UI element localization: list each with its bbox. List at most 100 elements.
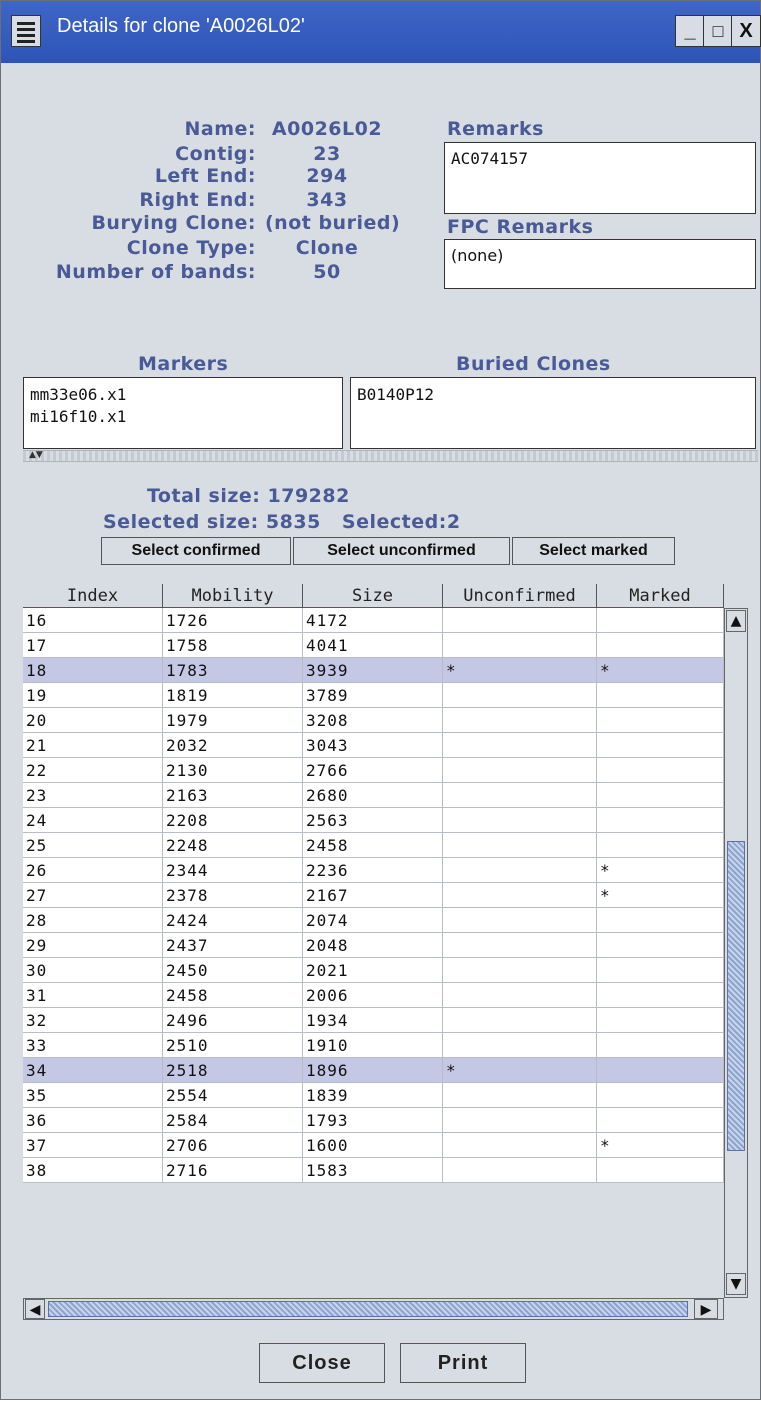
table-cell[interactable]: 1758 xyxy=(163,633,303,658)
table-cell[interactable]: * xyxy=(443,658,597,683)
table-cell[interactable]: 1793 xyxy=(303,1108,443,1133)
column-header[interactable]: Unconfirmed xyxy=(443,584,597,608)
table-row[interactable]: 32 2496 1934 xyxy=(23,1008,724,1033)
table-cell[interactable]: 2437 xyxy=(163,933,303,958)
table-cell[interactable]: 2563 xyxy=(303,808,443,833)
table-cell[interactable]: 2458 xyxy=(303,833,443,858)
table-cell[interactable]: 2680 xyxy=(303,783,443,808)
table-cell[interactable] xyxy=(597,608,724,633)
table-cell[interactable]: 19 xyxy=(23,683,163,708)
table-cell[interactable]: 1979 xyxy=(163,708,303,733)
table-cell[interactable] xyxy=(443,633,597,658)
table-cell[interactable]: 3789 xyxy=(303,683,443,708)
table-cell[interactable]: 1839 xyxy=(303,1083,443,1108)
table-cell[interactable]: 2378 xyxy=(163,883,303,908)
table-cell[interactable]: * xyxy=(597,658,724,683)
scroll-left-icon[interactable]: ◀ xyxy=(25,1299,45,1319)
table-cell[interactable]: 33 xyxy=(23,1033,163,1058)
table-cell[interactable] xyxy=(443,683,597,708)
table-cell[interactable] xyxy=(443,958,597,983)
table-cell[interactable]: 30 xyxy=(23,958,163,983)
table-cell[interactable] xyxy=(597,933,724,958)
table-cell[interactable]: 4172 xyxy=(303,608,443,633)
table-cell[interactable]: 2716 xyxy=(163,1158,303,1183)
table-cell[interactable] xyxy=(597,983,724,1008)
table-cell[interactable]: 1910 xyxy=(303,1033,443,1058)
scroll-down-icon[interactable]: ▼ xyxy=(726,1273,746,1295)
table-cell[interactable] xyxy=(443,933,597,958)
table-cell[interactable] xyxy=(443,908,597,933)
table-cell[interactable] xyxy=(597,1058,724,1083)
column-header[interactable]: Size xyxy=(303,584,443,608)
table-cell[interactable]: 37 xyxy=(23,1133,163,1158)
table-cell[interactable]: 1896 xyxy=(303,1058,443,1083)
table-cell[interactable] xyxy=(443,708,597,733)
table-cell[interactable]: 27 xyxy=(23,883,163,908)
table-cell[interactable] xyxy=(597,1083,724,1108)
table-cell[interactable]: 2584 xyxy=(163,1108,303,1133)
table-row[interactable]: 21 2032 3043 xyxy=(23,733,724,758)
table-cell[interactable] xyxy=(597,1008,724,1033)
table-cell[interactable] xyxy=(597,783,724,808)
table-row[interactable]: 23 2163 2680 xyxy=(23,783,724,808)
table-cell[interactable] xyxy=(597,683,724,708)
table-cell[interactable] xyxy=(597,708,724,733)
table-cell[interactable]: 2032 xyxy=(163,733,303,758)
table-cell[interactable] xyxy=(443,1133,597,1158)
table-row[interactable]: 29 2437 2048 xyxy=(23,933,724,958)
select-marked-button[interactable]: Select marked xyxy=(512,537,675,565)
marker-item[interactable]: mm33e06.x1 xyxy=(30,384,336,406)
column-header[interactable]: Mobility xyxy=(163,584,303,608)
table-cell[interactable]: 16 xyxy=(23,608,163,633)
marker-item[interactable]: mi16f10.x1 xyxy=(30,406,336,428)
table-row[interactable]: 28 2424 2074 xyxy=(23,908,724,933)
table-cell[interactable]: 32 xyxy=(23,1008,163,1033)
select-unconfirmed-button[interactable]: Select unconfirmed xyxy=(293,537,510,565)
table-row[interactable]: 27 2378 2167 * xyxy=(23,883,724,908)
table-cell[interactable]: 1934 xyxy=(303,1008,443,1033)
table-row[interactable]: 37 2706 1600 * xyxy=(23,1133,724,1158)
table-cell[interactable]: 2167 xyxy=(303,883,443,908)
split-pane-divider[interactable] xyxy=(23,450,758,462)
table-cell[interactable] xyxy=(443,883,597,908)
table-cell[interactable] xyxy=(597,1108,724,1133)
table-cell[interactable]: 2450 xyxy=(163,958,303,983)
buried-clone-item[interactable]: B0140P12 xyxy=(357,384,749,406)
table-row[interactable]: 20 1979 3208 xyxy=(23,708,724,733)
table-cell[interactable]: 2074 xyxy=(303,908,443,933)
table-cell[interactable] xyxy=(443,833,597,858)
table-cell[interactable]: 2706 xyxy=(163,1133,303,1158)
table-cell[interactable]: 2006 xyxy=(303,983,443,1008)
table-cell[interactable]: 2766 xyxy=(303,758,443,783)
table-cell[interactable]: 2248 xyxy=(163,833,303,858)
table-row[interactable]: 26 2344 2236 * xyxy=(23,858,724,883)
minimize-button[interactable]: _ xyxy=(675,15,705,47)
table-cell[interactable] xyxy=(443,733,597,758)
table-row[interactable]: 25 2248 2458 xyxy=(23,833,724,858)
close-window-button[interactable]: X xyxy=(731,15,761,47)
table-cell[interactable] xyxy=(443,783,597,808)
fpc-remarks-field[interactable]: (none) xyxy=(444,239,756,289)
table-cell[interactable]: 2208 xyxy=(163,808,303,833)
table-cell[interactable]: 2130 xyxy=(163,758,303,783)
table-cell[interactable]: 1783 xyxy=(163,658,303,683)
table-cell[interactable] xyxy=(443,1033,597,1058)
table-cell[interactable]: 2554 xyxy=(163,1083,303,1108)
table-cell[interactable] xyxy=(597,808,724,833)
table-cell[interactable]: 28 xyxy=(23,908,163,933)
table-cell[interactable]: 25 xyxy=(23,833,163,858)
table-cell[interactable] xyxy=(597,908,724,933)
table-row[interactable]: 31 2458 2006 xyxy=(23,983,724,1008)
table-cell[interactable]: 1726 xyxy=(163,608,303,633)
divider-arrows-icon[interactable]: ▲▼ xyxy=(29,450,43,460)
table-cell[interactable]: 4041 xyxy=(303,633,443,658)
table-cell[interactable]: * xyxy=(597,883,724,908)
table-cell[interactable]: 18 xyxy=(23,658,163,683)
table-row[interactable]: 22 2130 2766 xyxy=(23,758,724,783)
table-cell[interactable]: 26 xyxy=(23,858,163,883)
remarks-field[interactable]: AC074157 xyxy=(444,142,756,214)
table-cell[interactable]: 36 xyxy=(23,1108,163,1133)
table-cell[interactable] xyxy=(597,633,724,658)
table-cell[interactable]: 17 xyxy=(23,633,163,658)
table-cell[interactable]: 24 xyxy=(23,808,163,833)
